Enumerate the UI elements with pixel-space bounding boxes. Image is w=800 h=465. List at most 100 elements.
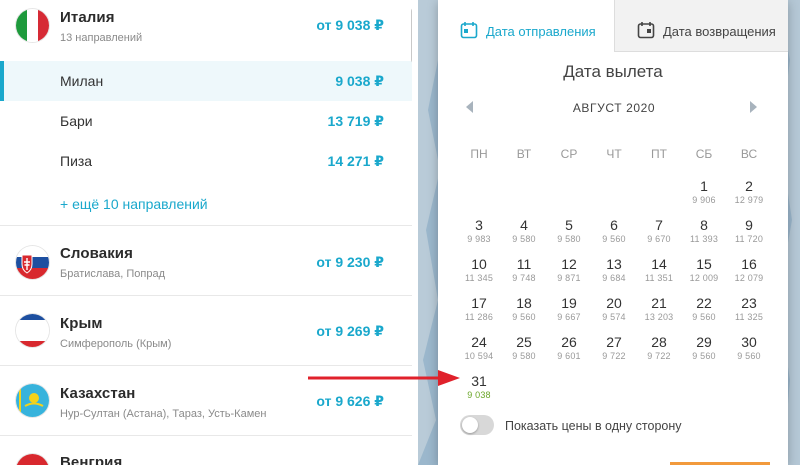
day-number: 25 (516, 334, 532, 350)
day-number: 13 (606, 256, 622, 272)
day-price: 10 594 (464, 351, 494, 361)
day-number: 11 (516, 256, 532, 272)
country-italy[interactable]: Италия 13 направлений от 9 038 ₽ (0, 0, 412, 60)
tab-label: Дата отправления (486, 24, 596, 39)
day-number: 30 (741, 334, 757, 350)
kazakhstan-flag-icon (16, 384, 49, 417)
country-name: Словакия (60, 245, 133, 262)
calendar-day[interactable]: 8 11 393 (682, 217, 726, 244)
city-milan[interactable]: Милан 9 038 ₽ (0, 61, 412, 101)
italy-flag-icon (16, 9, 49, 42)
calendar-day[interactable]: 21 13 203 (637, 295, 681, 322)
weekday-label: ПТ (651, 147, 667, 161)
more-destinations-link[interactable]: + ещё 10 направлений (60, 196, 208, 212)
day-price: 9 580 (512, 234, 536, 244)
day-price: 11 351 (644, 273, 674, 283)
country-crimea[interactable]: Крым Симферополь (Крым) от 9 269 ₽ (0, 296, 412, 366)
calendar-day[interactable]: 12 9 871 (547, 256, 591, 283)
country-name: Венгрия (60, 454, 123, 465)
city-bari[interactable]: Бари 13 719 ₽ (0, 101, 412, 141)
calendar-day[interactable]: 28 9 722 (637, 334, 681, 361)
day-price: 9 574 (602, 312, 626, 322)
calendar-day[interactable]: 30 9 560 (727, 334, 771, 361)
day-number: 9 (745, 217, 753, 233)
day-number: 24 (471, 334, 487, 350)
day-price: 12 979 (734, 195, 764, 205)
day-price: 9 580 (557, 234, 581, 244)
day-number: 10 (471, 256, 487, 272)
calendar-day[interactable]: 59 580 (547, 217, 591, 244)
calendar-day[interactable]: 49 580 (502, 217, 546, 244)
day-number: 17 (471, 295, 487, 311)
calendar-day[interactable]: 26 9 601 (547, 334, 591, 361)
calendar-day[interactable]: 69 560 (592, 217, 636, 244)
day-price: 9 560 (512, 312, 536, 322)
crimea-flag-icon (16, 314, 49, 347)
country-price: от 9 626 ₽ (316, 393, 384, 409)
date-picker-panel: Дата отправления Дата возвращения Дата в… (438, 0, 788, 465)
day-number: 6 (610, 217, 618, 233)
country-slovakia[interactable]: Словакия Братислава, Попрад от 9 230 ₽ (0, 226, 412, 296)
calendar-day[interactable]: 16 12 079 (727, 256, 771, 283)
country-sub: 13 направлений (60, 32, 143, 44)
calendar-title: Дата вылета (563, 62, 663, 81)
toggle-knob (462, 417, 478, 433)
calendar-day[interactable]: 10 11 345 (457, 256, 501, 283)
day-price: 9 560 (692, 351, 716, 361)
one-way-prices-toggle[interactable] (460, 415, 494, 435)
city-name: Бари (60, 113, 93, 129)
day-number: 5 (565, 217, 573, 233)
tab-return-date[interactable]: Дата возвращения (614, 0, 788, 52)
day-price: 9 748 (512, 273, 536, 283)
country-sub: Симферополь (Крым) (60, 338, 172, 350)
day-number: 19 (561, 295, 577, 311)
country-sub: Нур-Султан (Астана), Тараз, Усть-Камен (60, 408, 267, 420)
country-price: от 9 230 ₽ (316, 254, 384, 270)
destinations-list: Италия 13 направлений от 9 038 ₽ Милан 9… (0, 0, 412, 465)
day-number: 28 (651, 334, 667, 350)
day-price: 9 722 (602, 351, 626, 361)
calendar-day[interactable]: 13 9 684 (592, 256, 636, 283)
calendar-day[interactable]: 19 9 667 (547, 295, 591, 322)
calendar-day[interactable]: 23 11 325 (727, 295, 771, 322)
calendar-day[interactable]: 27 9 722 (592, 334, 636, 361)
day-price: 9 038 (467, 390, 491, 400)
calendar-day[interactable]: 24 10 594 (457, 334, 501, 361)
calendar-day[interactable]: 14 11 351 (637, 256, 681, 283)
calendar-day[interactable]: 19 906 (682, 178, 726, 205)
calendar-day[interactable]: 2 12 979 (727, 178, 771, 205)
tab-departure-date[interactable]: Дата отправления (438, 0, 614, 52)
day-price: 9 906 (692, 195, 716, 205)
day-price: 9 983 (467, 234, 491, 244)
calendar-day[interactable]: 20 9 574 (592, 295, 636, 322)
calendar-day[interactable]: 18 9 560 (502, 295, 546, 322)
day-price: 11 720 (734, 234, 764, 244)
day-number: 1 (700, 178, 708, 194)
calendar-day[interactable]: 39 983 (457, 217, 501, 244)
day-price: 13 203 (644, 312, 674, 322)
calendar-day[interactable]: 79 670 (637, 217, 681, 244)
next-month-arrow-icon[interactable] (750, 101, 757, 113)
day-price: 9 871 (557, 273, 581, 283)
calendar-day[interactable]: 11 9 748 (502, 256, 546, 283)
hungary-flag-icon (16, 454, 49, 465)
country-kazakhstan[interactable]: Казахстан Нур-Султан (Астана), Тараз, Ус… (0, 366, 412, 436)
calendar-day[interactable]: 15 12 009 (682, 256, 726, 283)
scrollbar[interactable] (411, 8, 412, 63)
city-pisa[interactable]: Пиза 14 271 ₽ (0, 141, 412, 181)
day-number: 16 (741, 256, 757, 272)
day-price: 9 560 (602, 234, 626, 244)
weekday-label: СБ (695, 147, 713, 161)
calendar-day[interactable]: 31 9 038 (457, 373, 501, 400)
calendar-icon (637, 22, 655, 39)
calendar-day[interactable]: 22 9 560 (682, 295, 726, 322)
calendar-day[interactable]: 17 11 286 (457, 295, 501, 322)
country-price: от 9 269 ₽ (316, 323, 384, 339)
country-hungary[interactable]: Венгрия (0, 436, 412, 465)
day-number: 26 (561, 334, 577, 350)
calendar-day[interactable]: 25 9 580 (502, 334, 546, 361)
day-price: 12 079 (734, 273, 764, 283)
day-price: 9 601 (557, 351, 581, 361)
calendar-day[interactable]: 9 11 720 (727, 217, 771, 244)
calendar-day[interactable]: 29 9 560 (682, 334, 726, 361)
